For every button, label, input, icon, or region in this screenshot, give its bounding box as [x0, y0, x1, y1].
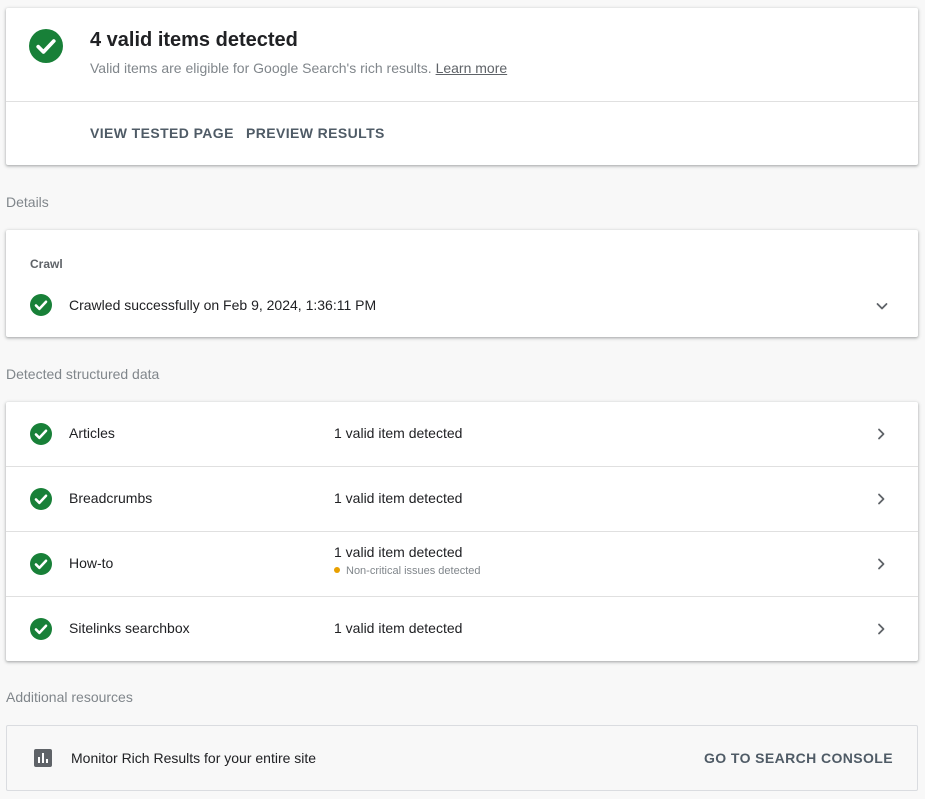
warning-dot-icon: [334, 567, 340, 573]
chevron-right-icon[interactable]: [873, 621, 889, 637]
view-tested-page-button[interactable]: VIEW TESTED PAGE: [90, 125, 234, 141]
learn-more-link[interactable]: Learn more: [436, 60, 508, 76]
warning-text: Non-critical issues detected: [346, 565, 481, 577]
summary-title: 4 valid items detected: [90, 29, 298, 51]
additional-resources-section-label: Additional resources: [6, 689, 133, 705]
structured-data-section-label: Detected structured data: [6, 366, 160, 382]
divider: [6, 101, 918, 102]
check-circle-icon: [30, 553, 52, 575]
structured-item-name: How-to: [69, 555, 114, 571]
structured-item-status: 1 valid item detected: [334, 425, 463, 441]
preview-results-button[interactable]: PREVIEW RESULTS: [246, 125, 385, 141]
structured-item-status: 1 valid item detected: [334, 490, 463, 506]
check-circle-icon: [30, 294, 52, 316]
structured-item-status: 1 valid item detected: [334, 544, 463, 560]
chevron-down-icon[interactable]: [874, 298, 890, 314]
chevron-right-icon[interactable]: [873, 556, 889, 572]
crawl-status: Crawled successfully on Feb 9, 2024, 1:3…: [69, 297, 377, 313]
details-section-label: Details: [6, 194, 49, 210]
chevron-right-icon[interactable]: [873, 426, 889, 442]
resources-text: Monitor Rich Results for your entire sit…: [71, 750, 317, 766]
check-circle-icon: [30, 488, 52, 510]
bar-chart-icon: [34, 749, 52, 767]
check-circle-icon: [30, 618, 52, 640]
structured-item-articles[interactable]: Articles 1 valid item detected: [6, 402, 918, 466]
structured-item-name: Breadcrumbs: [69, 490, 153, 506]
structured-item-name: Sitelinks searchbox: [69, 620, 190, 636]
structured-item-how-to[interactable]: How-to 1 valid item detected Non-critica…: [6, 531, 918, 596]
structured-data-card: Articles 1 valid item detected Breadcrum…: [6, 402, 918, 661]
structured-item-sitelinks-searchbox[interactable]: Sitelinks searchbox 1 valid item detecte…: [6, 596, 918, 661]
summary-card: 4 valid items detected Valid items are e…: [6, 8, 918, 165]
summary-subtitle-text: Valid items are eligible for Google Sear…: [90, 60, 432, 76]
structured-item-name: Articles: [69, 425, 115, 441]
chevron-right-icon[interactable]: [873, 491, 889, 507]
structured-item-breadcrumbs[interactable]: Breadcrumbs 1 valid item detected: [6, 466, 918, 531]
summary-subtitle: Valid items are eligible for Google Sear…: [90, 60, 507, 76]
non-critical-warning: Non-critical issues detected: [334, 565, 481, 577]
check-circle-icon: [29, 29, 63, 63]
crawl-kicker: Crawl: [30, 257, 63, 271]
structured-item-status: 1 valid item detected: [334, 620, 463, 636]
check-circle-icon: [30, 423, 52, 445]
go-to-search-console-button[interactable]: GO TO SEARCH CONSOLE: [704, 750, 893, 766]
resources-card: Monitor Rich Results for your entire sit…: [6, 725, 918, 791]
crawl-card[interactable]: Crawl Crawled successfully on Feb 9, 202…: [6, 230, 918, 337]
